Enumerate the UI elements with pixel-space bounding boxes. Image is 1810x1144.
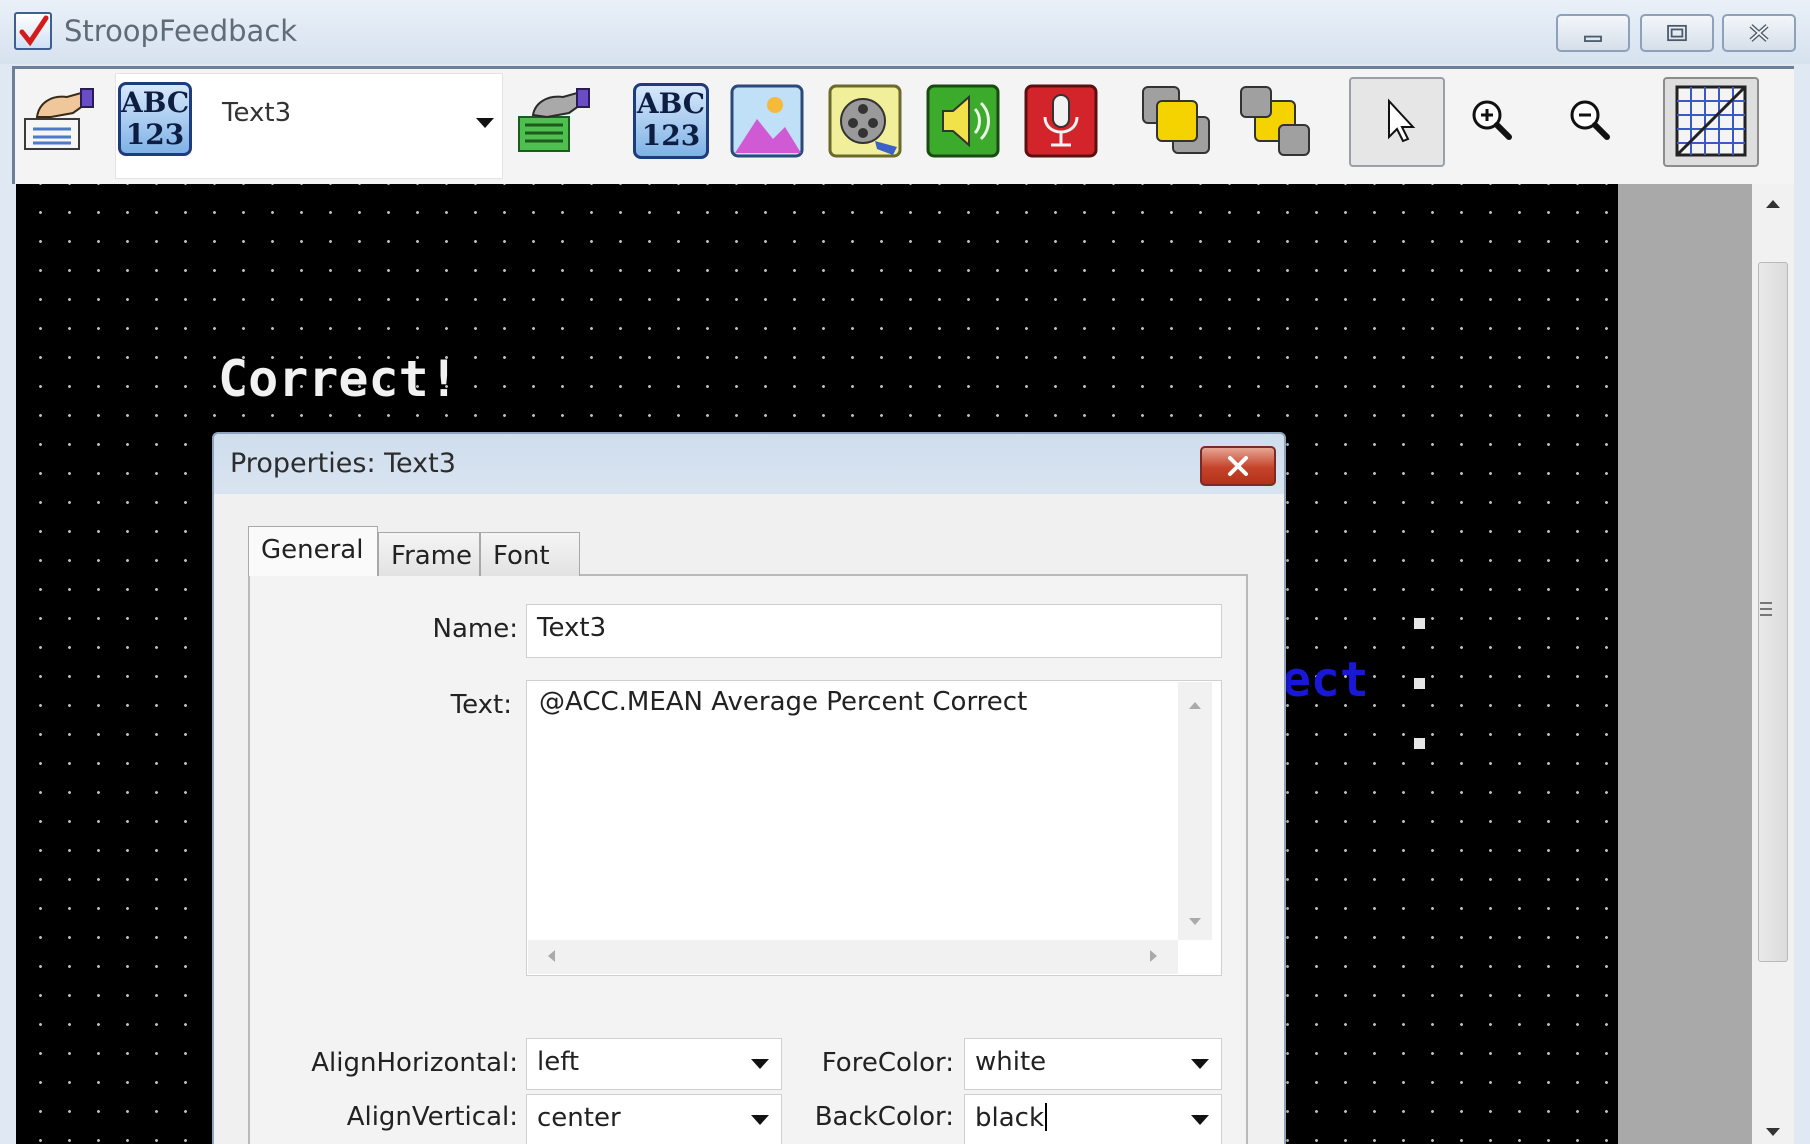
text-tool-icon[interactable]: ABC 123 — [633, 83, 709, 159]
text-tool-label-bottom: 123 — [641, 119, 701, 152]
scroll-down-icon[interactable] — [1189, 918, 1201, 925]
text-textarea[interactable]: @ACC.MEAN Average Percent Correct — [526, 680, 1222, 976]
minimize-button[interactable] — [1556, 14, 1630, 52]
movie-tool-icon[interactable] — [827, 83, 903, 159]
textarea-horizontal-scrollbar[interactable] — [528, 940, 1178, 974]
name-label: Name: — [432, 614, 518, 644]
cursor-arrow-icon — [1388, 98, 1416, 143]
abc-label-top: ABC — [121, 86, 190, 119]
textarea-vertical-scrollbar[interactable] — [1178, 682, 1212, 940]
align-vertical-label: AlignVertical: — [346, 1102, 518, 1132]
tab-frame[interactable]: Frame — [378, 532, 480, 576]
align-vertical-select[interactable]: center — [526, 1094, 782, 1144]
select-pointer-button[interactable] — [1349, 77, 1445, 167]
chevron-down-icon[interactable] — [1191, 1115, 1209, 1125]
text-label: Text: — [450, 690, 512, 720]
canvas-margin — [1618, 184, 1752, 1144]
properties-dialog: Properties: Text3 General Frame Font Nam… — [212, 432, 1286, 1144]
text-value: @ACC.MEAN Average Percent Correct — [539, 687, 1028, 717]
grid-icon — [1675, 85, 1747, 157]
scroll-up-icon[interactable] — [1189, 702, 1201, 709]
properties-hand-icon[interactable] — [21, 83, 97, 159]
chevron-down-icon[interactable] — [1191, 1059, 1209, 1069]
dialog-title: Properties: Text3 — [230, 448, 456, 479]
resize-handle[interactable] — [1414, 618, 1425, 629]
forecolor-value: white — [975, 1047, 1047, 1077]
align-horizontal-label: AlignHorizontal: — [311, 1048, 518, 1078]
toolbar: ABC 123 Text3 ABC 123 — [12, 66, 1794, 184]
dialog-close-button[interactable] — [1200, 446, 1276, 486]
abc-label-bottom: 123 — [125, 118, 185, 151]
title-bar[interactable]: StroopFeedback — [0, 0, 1810, 64]
text-caret — [1045, 1103, 1048, 1131]
close-window-button[interactable] — [1722, 14, 1796, 52]
scroll-down-icon[interactable] — [1766, 1128, 1780, 1136]
object-selector-combobox[interactable]: ABC 123 Text3 — [115, 73, 503, 179]
slide-state-icon[interactable] — [515, 83, 591, 159]
app-window: StroopFeedback ABC 123 Text3 ABC 123 Cor… — [0, 0, 1810, 1144]
backcolor-label: BackColor: — [814, 1102, 954, 1132]
chevron-down-icon[interactable] — [476, 118, 494, 128]
backcolor-select[interactable]: black — [964, 1094, 1222, 1144]
scroll-left-icon[interactable] — [548, 950, 555, 962]
resize-handle[interactable] — [1414, 738, 1425, 749]
bring-to-front-icon[interactable] — [1139, 83, 1215, 159]
text-tool-label-top: ABC — [636, 87, 706, 120]
forecolor-select[interactable]: white — [964, 1038, 1222, 1090]
forecolor-label: ForeColor: — [821, 1048, 954, 1078]
resize-handle[interactable] — [1414, 678, 1425, 689]
scroll-up-icon[interactable] — [1766, 200, 1780, 208]
window-title: StroopFeedback — [64, 14, 298, 48]
backcolor-value: black — [975, 1103, 1045, 1133]
grid-toggle-button[interactable] — [1663, 77, 1759, 167]
chevron-down-icon[interactable] — [751, 1059, 769, 1069]
text-object-icon: ABC 123 — [118, 82, 192, 156]
close-icon — [1228, 456, 1248, 476]
scrollbar-grip-icon — [1760, 602, 1772, 616]
tab-general[interactable]: General — [248, 526, 378, 576]
app-checkmark-icon — [14, 12, 52, 50]
send-to-back-icon[interactable] — [1237, 83, 1313, 159]
chevron-down-icon[interactable] — [751, 1115, 769, 1125]
sound-output-icon[interactable] — [925, 83, 1001, 159]
correct-feedback-text[interactable]: Correct! — [218, 350, 459, 408]
image-tool-icon[interactable] — [729, 83, 805, 159]
vertical-scrollbar[interactable] — [1752, 184, 1794, 1144]
align-vertical-value: center — [537, 1103, 621, 1133]
zoom-out-icon[interactable] — [1553, 83, 1629, 159]
zoom-in-icon[interactable] — [1455, 83, 1531, 159]
restore-button[interactable] — [1640, 14, 1714, 52]
align-horizontal-value: left — [537, 1047, 580, 1077]
scroll-right-icon[interactable] — [1150, 950, 1157, 962]
align-horizontal-select[interactable]: left — [526, 1038, 782, 1090]
tab-font[interactable]: Font — [480, 532, 580, 576]
microphone-icon[interactable] — [1023, 83, 1099, 159]
name-input[interactable]: Text3 — [526, 604, 1222, 658]
selected-text-object[interactable]: ect — [1282, 652, 1369, 708]
object-selector-value: Text3 — [222, 98, 292, 128]
